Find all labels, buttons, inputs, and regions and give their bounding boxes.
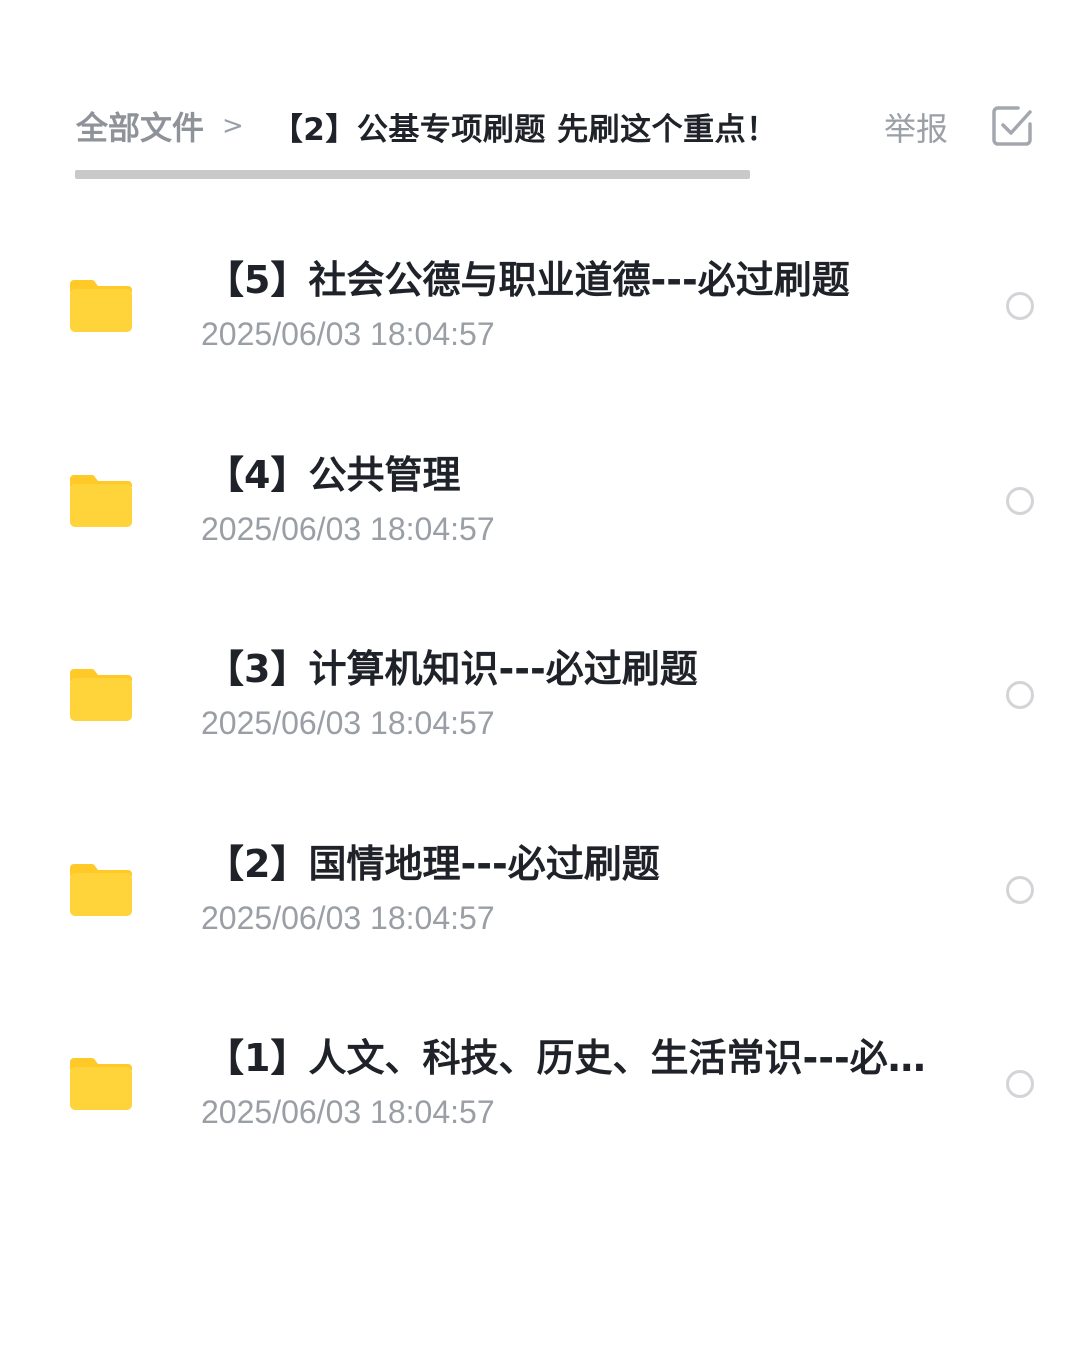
breadcrumb-current: 【2】公基专项刷题 先刷这个重点！ (271, 111, 778, 148)
list-item[interactable]: 【1】人文、科技、历史、生活常识---必… 2025/06/03 18:04:5… (0, 986, 1080, 1181)
select-radio[interactable] (1006, 681, 1034, 709)
file-name: 【4】公共管理 (206, 452, 461, 497)
file-timestamp: 2025/06/03 18:04:57 (201, 510, 495, 547)
file-name: 【3】计算机知识---必过刷题 (206, 647, 698, 691)
breadcrumb: 全部文件 > 【2】公基专项刷题 先刷这个重点！ (76, 100, 778, 152)
file-timestamp: 2025/06/03 18:04:57 (201, 1094, 495, 1130)
file-name: 【1】人文、科技、历史、生活常识---必… (206, 1036, 926, 1080)
breadcrumb-root[interactable]: 全部文件 (76, 103, 204, 149)
folder-icon (70, 863, 132, 916)
file-name: 【2】国情地理---必过刷题 (206, 841, 660, 886)
header: 全部文件 > 【2】公基专项刷题 先刷这个重点！ 举报 (0, 0, 1080, 200)
folder-icon (70, 1058, 132, 1110)
folder-icon (70, 474, 132, 527)
list-item[interactable]: 【4】公共管理 2025/06/03 18:04:57 (0, 403, 1080, 598)
select-radio[interactable] (1006, 292, 1034, 320)
select-radio[interactable] (1006, 875, 1034, 904)
file-browser-sheet: 全部文件 > 【2】公基专项刷题 先刷这个重点！ 举报 【5】社会公德与职业道德… (0, 0, 1080, 1351)
breadcrumb-scrollbar[interactable] (75, 170, 750, 179)
list-item[interactable]: 【3】计算机知识---必过刷题 2025/06/03 18:04:57 (0, 597, 1080, 792)
file-timestamp: 2025/06/03 18:04:57 (201, 316, 495, 352)
list-item[interactable]: 【2】国情地理---必过刷题 2025/06/03 18:04:57 (0, 792, 1080, 987)
folder-icon (70, 280, 132, 332)
file-list: 【5】社会公德与职业道德---必过刷题 2025/06/03 18:04:57 … (0, 208, 1080, 1181)
breadcrumb-separator: > (222, 111, 244, 141)
file-timestamp: 2025/06/03 18:04:57 (201, 899, 495, 936)
select-radio[interactable] (1006, 486, 1034, 515)
list-item[interactable]: 【5】社会公德与职业道德---必过刷题 2025/06/03 18:04:57 (0, 208, 1080, 403)
folder-icon (70, 669, 132, 721)
file-name: 【5】社会公德与职业道德---必过刷题 (206, 258, 850, 302)
multiselect-button[interactable] (990, 104, 1034, 148)
checkbox-icon (992, 106, 1032, 146)
select-radio[interactable] (1006, 1070, 1034, 1098)
report-button[interactable]: 举报 (884, 104, 948, 150)
file-timestamp: 2025/06/03 18:04:57 (201, 705, 495, 741)
